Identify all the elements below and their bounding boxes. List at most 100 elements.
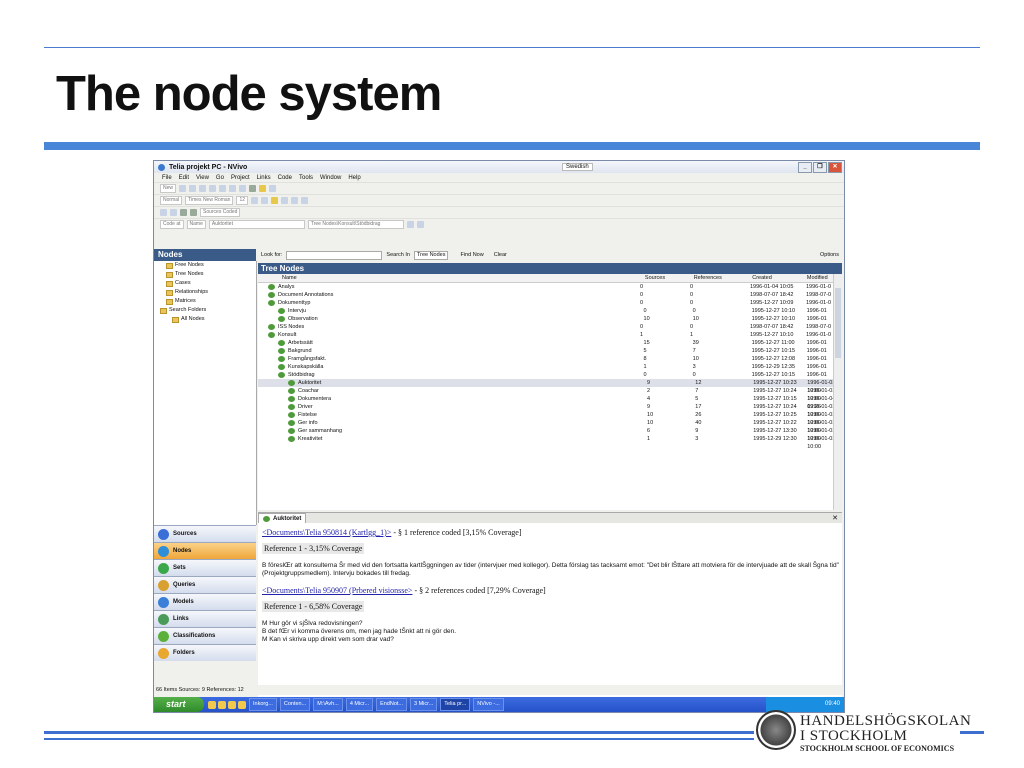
start-button[interactable]: start [154,697,204,712]
taskbar-button[interactable]: M:\Avh... [313,698,343,711]
list-view-icon[interactable] [249,185,257,192]
look-for-input[interactable] [286,250,383,260]
tree-node-row[interactable]: Driver 9 17 1995-12-27 10:24 1996-01-03 10:0… [258,403,842,418]
tree-node-row[interactable]: Arbetssätt 15 39 1995-12-27 11:00 1996-01 [258,339,842,347]
tree-node-row[interactable]: Observation 10 10 1995-12-27 10:10 1996-01 [258,315,842,323]
language-indicator[interactable]: Swedish [562,163,593,171]
taskbar-button[interactable]: 4 Micr... [345,698,374,711]
tree-node-row[interactable]: Kunskapskälla 1 3 1995-12-29 12:35 1996-01 [258,363,842,371]
node-input[interactable]: Auktoritet [208,220,305,229]
close-tab-icon[interactable]: ✕ [832,514,838,522]
tree-node-row[interactable]: Coachar 2 7 1995-12-27 10:24 1996-01-03 10:0… [258,387,842,402]
taskbar-button[interactable]: Inkorg... [249,698,277,711]
tree-node-row[interactable]: Ger sammanhang 6 9 1995-12-27 13:30 1996-01-… [258,427,842,442]
menu-code[interactable]: Code [278,175,292,181]
tree-node-row[interactable]: Fistelse 10 26 1995-12-27 10:25 1996-01-03 1… [258,411,842,426]
minimize-button[interactable]: _ [798,162,812,173]
column-header-created[interactable]: Created [752,274,807,282]
column-header-name[interactable]: Name [258,274,645,282]
tree-node-row[interactable]: Ger info 10 40 1995-12-27 10:22 1996-01-03 1… [258,419,842,434]
tree-node-row[interactable]: Analys 0 0 1996-01-04 10:05 1996-01-0 [258,283,842,291]
window-titlebar[interactable]: Telia projekt PC - NVivo Swedish _ ❐ ✕ [154,161,844,173]
tree-node-row[interactable]: Dokumentera 4 5 1995-12-27 10:15 1996-01-04 … [258,395,842,410]
uncode-icon[interactable] [416,221,424,228]
column-header-sources[interactable]: Sources [645,274,694,282]
menu-links[interactable]: Links [257,175,271,181]
menu-view[interactable]: View [196,175,209,181]
bullets-icon[interactable] [301,197,309,204]
menu-window[interactable]: Window [320,175,341,181]
taskbar-button[interactable]: 3 Micr... [410,698,438,711]
doc2-link[interactable]: <Documents\Telia 950907 (Prbered visions… [262,586,412,595]
tree-node-row[interactable]: Bakgrund 5 7 1995-12-27 10:15 1996-01 [258,347,842,355]
nav-classifications[interactable]: Classifications [154,627,256,644]
search-target-field[interactable]: Tree Nodes [413,250,449,260]
save-icon[interactable] [189,185,197,192]
search-in-dropdown[interactable]: Search In [386,252,410,258]
folder-search-folders[interactable]: Search Folders [154,306,256,315]
menu-file[interactable]: File [162,175,172,181]
folder-tree-nodes[interactable]: Tree Nodes [154,270,256,279]
column-header-references[interactable]: References [694,274,753,282]
menu-project[interactable]: Project [231,175,250,181]
taskbar-button[interactable]: EndNot... [376,698,408,711]
menu-help[interactable]: Help [348,175,360,181]
doc1-link[interactable]: <Documents\Telia 950814 (Kartlgg_1)> [262,528,391,537]
cut-icon[interactable] [209,185,217,192]
grid-icon[interactable] [180,209,187,216]
font-select[interactable]: Times New Roman [185,196,234,205]
undo-icon[interactable] [239,185,247,192]
tree-node-row[interactable]: Intervju 0 0 1995-12-27 10:10 1996-01 [258,307,842,315]
grid-vertical-scrollbar[interactable] [833,274,842,510]
node-path-input[interactable]: Tree Nodes\Konsult\Stödbidrag [307,220,404,229]
chart-icon[interactable] [190,209,197,216]
paste-icon[interactable] [229,185,237,192]
find-icon[interactable] [269,185,277,192]
nav-folders[interactable]: Folders [154,644,256,661]
menu-edit[interactable]: Edit [179,175,189,181]
align-center-icon[interactable] [291,197,299,204]
print-icon[interactable] [199,185,207,192]
folder-relationships[interactable]: Relationships [154,288,256,297]
nav-queries[interactable]: Queries [154,576,256,593]
taskbar-button[interactable]: NVivo -... [473,698,504,711]
options-button[interactable]: Options [820,252,839,258]
quicklaunch-icon[interactable] [208,700,216,709]
tree-node-row[interactable]: Auktoritet 9 12 1995-12-27 10:23 1996-01-03 … [258,379,842,394]
folder-free-nodes[interactable]: Free Nodes [154,261,256,270]
tree-node-row[interactable]: Stödbidrag 0 0 1995-12-27 10:15 1996-01 [258,371,842,379]
underline-icon[interactable] [271,197,279,204]
find-now-button[interactable]: Find Now [460,252,483,258]
open-icon[interactable] [179,185,187,192]
copy-icon[interactable] [219,185,227,192]
size-select[interactable]: 12 [236,196,249,205]
restore-button[interactable]: ❐ [813,162,827,173]
nav-links[interactable]: Links [154,610,256,627]
tree-node-row[interactable]: Dokumenttyp 0 0 1995-12-27 10:09 1996-01-0 [258,299,842,307]
taskbar-button[interactable]: Conten... [279,698,311,711]
tree-node-row[interactable]: Document Annotations 0 0 1998-07-07 18:42 19… [258,291,842,299]
nav-sources[interactable]: Sources [154,525,256,542]
menu-go[interactable]: Go [216,175,224,181]
folder-icon[interactable] [259,185,267,192]
forward-icon[interactable] [170,209,177,216]
sources-coded-select[interactable]: Sources Coded [200,208,241,217]
menu-tools[interactable]: Tools [299,175,313,181]
taskbar-button[interactable]: Telia pr... [440,698,471,711]
clear-button[interactable]: Clear [494,252,507,258]
quicklaunch-icon[interactable] [218,700,226,709]
bold-icon[interactable] [251,197,259,204]
tree-node-row[interactable]: Framgångsfakt. 8 10 1995-12-27 12:08 1996-01 [258,355,842,363]
back-icon[interactable] [160,209,167,216]
tree-node-row[interactable]: Kreativitet 1 3 1995-12-29 12:30 1996-01-03 … [258,435,842,450]
new-button[interactable]: New [160,184,177,193]
code-icon[interactable] [406,221,414,228]
tree-node-row[interactable]: ISS Nodes 0 0 1998-07-07 18:42 1998-07-0 [258,323,842,331]
style-select[interactable]: Normal [160,196,183,205]
nav-nodes[interactable]: Nodes [154,542,256,559]
nav-sets[interactable]: Sets [154,559,256,576]
name-select[interactable]: Name [186,220,206,229]
nav-models[interactable]: Models [154,593,256,610]
folder-cases[interactable]: Cases [154,279,256,288]
align-left-icon[interactable] [281,197,289,204]
